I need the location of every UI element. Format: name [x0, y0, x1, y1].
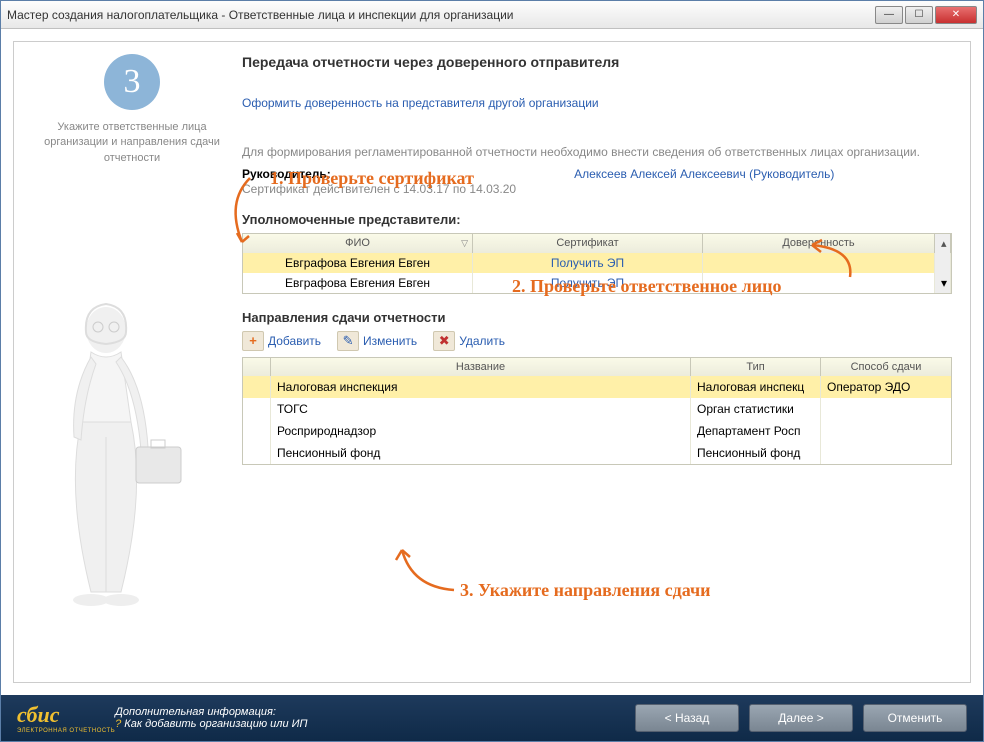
annotation-3: 3. Укажите направления сдачи — [460, 580, 711, 601]
scrollbar-down[interactable]: ▾ — [935, 273, 951, 293]
wizard-content: 3 Укажите ответственные лица организации… — [13, 41, 971, 683]
add-icon: + — [242, 331, 264, 351]
wizard-sidebar: 3 Укажите ответственные лица организации… — [32, 54, 232, 166]
edit-icon: ✎ — [337, 331, 359, 351]
wizard-footer: сбис ЭЛЕКТРОННАЯ ОТЧЕТНОСТЬ Дополнительн… — [1, 695, 983, 741]
add-label: Добавить — [268, 334, 321, 348]
dir-col-type[interactable]: Тип — [691, 358, 821, 376]
reps-title: Уполномоченные представители: — [242, 212, 952, 227]
edit-button[interactable]: ✎ Изменить — [337, 331, 417, 351]
director-link[interactable]: Алексеев Алексей Алексеевич (Руководител… — [574, 167, 834, 181]
directions-table: Название Тип Способ сдачи Налоговая инсп… — [242, 357, 952, 465]
footer-info: Дополнительная информация: ?Как добавить… — [115, 706, 625, 730]
add-button[interactable]: + Добавить — [242, 331, 321, 351]
delete-label: Удалить — [459, 334, 505, 348]
window-titlebar: Мастер создания налогоплательщика - Отве… — [1, 1, 983, 29]
dir-row[interactable]: РосприроднадзорДепартамент Росп — [243, 420, 951, 442]
minimize-button[interactable]: — — [875, 6, 903, 24]
reps-cell-fio: Евграфова Евгения Евген — [243, 253, 473, 273]
footer-info-title: Дополнительная информация: — [115, 706, 625, 718]
info-text: Для формирования регламентированной отче… — [242, 144, 952, 161]
logo-subtitle: ЭЛЕКТРОННАЯ ОТЧЕТНОСТЬ — [17, 728, 115, 734]
reps-cell-proxy — [703, 253, 935, 273]
reps-table-head: ФИО▽ Сертификат Доверенность ▴ — [243, 234, 951, 253]
reps-col-fio[interactable]: ФИО▽ — [243, 234, 473, 253]
dir-col-name[interactable]: Название — [271, 358, 691, 376]
page-title: Передача отчетности через доверенного от… — [242, 54, 952, 70]
delete-icon: ✖ — [433, 331, 455, 351]
delete-button[interactable]: ✖ Удалить — [433, 331, 505, 351]
assistant-illustration — [36, 292, 196, 612]
dir-col-method[interactable]: Способ сдачи — [821, 358, 951, 376]
dir-row[interactable]: Пенсионный фондПенсионный фонд — [243, 442, 951, 464]
back-button[interactable]: < Назад — [635, 704, 739, 732]
reps-col-cert[interactable]: Сертификат — [473, 234, 703, 253]
close-button[interactable]: ✕ — [935, 6, 977, 24]
directions-head: Название Тип Способ сдачи — [243, 358, 951, 376]
reps-cell-fio: Евграфова Евгения Евген — [243, 273, 473, 293]
step-number-badge: 3 — [104, 54, 160, 110]
dir-row[interactable]: Налоговая инспекцияНалоговая инспекцОпер… — [243, 376, 951, 398]
proxy-link[interactable]: Оформить доверенность на представителя д… — [242, 96, 599, 110]
directions-toolbar: + Добавить ✎ Изменить ✖ Удалить — [242, 331, 952, 351]
directions-title: Направления сдачи отчетности — [242, 310, 952, 325]
logo-text: сбис — [17, 702, 59, 727]
footer-help-link[interactable]: Как добавить организацию или ИП — [124, 718, 307, 730]
dir-row[interactable]: ТОГСОрган статистики — [243, 398, 951, 420]
reps-col-proxy[interactable]: Доверенность — [703, 234, 935, 253]
reps-row[interactable]: Евграфова Евгения Евген Получить ЭП — [243, 253, 951, 273]
get-cert-link[interactable]: Получить ЭП — [551, 256, 624, 270]
window-title: Мастер создания налогоплательщика - Отве… — [7, 8, 875, 22]
question-icon: ? — [115, 718, 121, 730]
maximize-button[interactable]: ☐ — [905, 6, 933, 24]
edit-label: Изменить — [363, 334, 417, 348]
step-description: Укажите ответственные лица организации и… — [32, 120, 232, 166]
cancel-button[interactable]: Отменить — [863, 704, 967, 732]
next-button[interactable]: Далее > — [749, 704, 853, 732]
scrollbar-up[interactable]: ▴ — [935, 234, 951, 253]
annotation-1: 1. Проверьте сертификат — [270, 168, 474, 189]
annotation-2: 2. Проверьте ответственное лицо — [512, 276, 781, 297]
logo: сбис ЭЛЕКТРОННАЯ ОТЧЕТНОСТЬ — [17, 702, 115, 734]
annotation-arrow-3 — [392, 542, 462, 597]
